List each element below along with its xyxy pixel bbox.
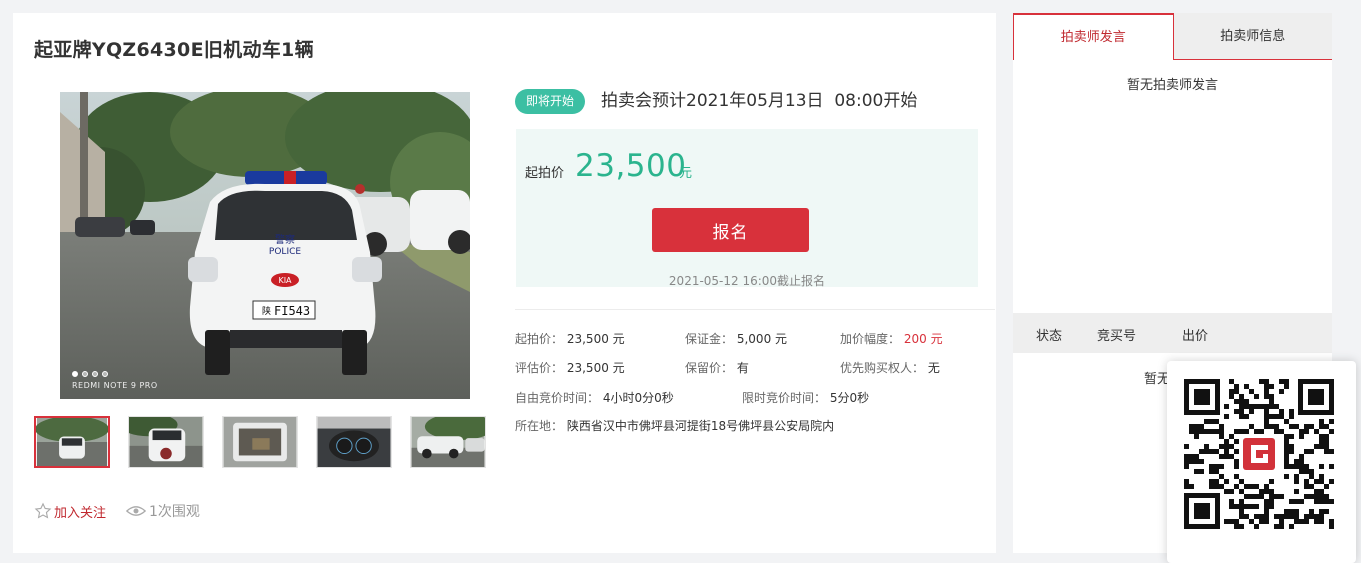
car-brand-badge: KIA: [278, 276, 292, 285]
main-photo[interactable]: KIA 警察 POLICE 陕 FI543 REDMI NOTE 9 PRO: [60, 92, 470, 399]
plate-number: FI543: [274, 304, 310, 318]
status-badge: 即将开始: [515, 89, 586, 114]
info-start-price: 起拍价： 23,500 元: [515, 330, 625, 347]
start-price-unit: 元: [679, 166, 693, 181]
start-price-value: 23,500: [575, 148, 687, 184]
empty-speech-message: 暂无拍卖师发言: [1126, 78, 1218, 93]
info-increment-label: 加价幅度：: [840, 332, 901, 346]
info-location-value: 陕西省汉中市佛坪县河提街18号佛坪县公安局院内: [566, 419, 835, 433]
info-free-bid-time-label: 自由竞价时间：: [515, 391, 600, 405]
info-priority: 优先购买权人： 无: [840, 359, 940, 376]
plate-prefix: 陕: [262, 305, 271, 317]
star-icon: [34, 502, 52, 519]
info-reserve-label: 保留价：: [685, 361, 734, 375]
auction-start-time: 拍卖会预计2021年05月13日 08:00开始: [601, 91, 918, 111]
info-free-bid-time: 自由竞价时间： 4小时0分0秒: [515, 389, 674, 406]
info-appraisal-value: 23,500 元: [566, 361, 625, 375]
lot-actions: 加入关注 1次围观: [34, 501, 200, 521]
qr-code-icon: [1184, 379, 1334, 529]
info-reserve-value: 有: [736, 361, 749, 375]
thumbnail-strip: [34, 416, 504, 468]
carousel-dot[interactable]: [72, 371, 78, 377]
info-free-bid-time-value: 4小时0分0秒: [602, 391, 674, 405]
bid-table-header: 状态 竞买号 出价: [1013, 313, 1332, 353]
carousel-dots[interactable]: [72, 371, 108, 377]
info-location: 所在地： 陕西省汉中市佛坪县河提街18号佛坪县公安局院内: [515, 417, 834, 434]
info-deposit-value: 5,000 元: [736, 332, 788, 346]
tab-auctioneer-speech[interactable]: 拍卖师发言: [1013, 13, 1174, 60]
bid-column-status: 状态: [1036, 329, 1063, 344]
thumbnail-car-rear[interactable]: [128, 416, 204, 468]
photo-watermark: REDMI NOTE 9 PRO: [72, 381, 158, 390]
view-count-label: 1次围观: [149, 504, 200, 520]
price-box: 起拍价 23,500 元 报名 2021-05-12 16:00截止报名: [516, 129, 978, 288]
info-increment-value: 200 元: [903, 332, 943, 346]
carousel-dot[interactable]: [82, 371, 88, 377]
page-title: 起亚牌YQZ6430E旧机动车1辆: [34, 39, 314, 61]
eye-icon: [126, 506, 147, 516]
info-limit-bid-time-value: 5分0秒: [829, 391, 870, 405]
info-appraisal: 评估价： 23,500 元: [515, 359, 625, 376]
divider: [515, 309, 995, 310]
follow-button[interactable]: 加入关注: [34, 502, 106, 521]
signup-button[interactable]: 报名: [652, 208, 809, 252]
info-start-price-value: 23,500 元: [566, 332, 625, 346]
carousel-dot[interactable]: [102, 371, 108, 377]
thumbnail-car-dashboard[interactable]: [316, 416, 392, 468]
lot-main-card: 起亚牌YQZ6430E旧机动车1辆 KIA 警察 POLICE 陕 FI543 …: [13, 13, 996, 553]
auctioneer-tabs: 拍卖师发言 拍卖师信息: [1013, 13, 1332, 60]
view-count: 1次围观: [126, 501, 200, 521]
start-price-label: 起拍价: [525, 166, 565, 181]
info-increment: 加价幅度： 200 元: [840, 330, 943, 347]
info-priority-label: 优先购买权人：: [840, 361, 925, 375]
thumbnail-car-trunk[interactable]: [222, 416, 298, 468]
follow-label: 加入关注: [54, 505, 107, 521]
thumbnail-car-side[interactable]: [410, 416, 486, 468]
info-priority-value: 无: [927, 361, 940, 375]
info-limit-bid-time-label: 限时竞价时间：: [742, 391, 827, 405]
car-text-police: POLICE: [269, 247, 301, 257]
tab-auctioneer-info[interactable]: 拍卖师信息: [1173, 13, 1332, 60]
info-start-price-label: 起拍价：: [515, 332, 564, 346]
signup-deadline: 2021-05-12 16:00截止报名: [668, 274, 826, 288]
info-appraisal-label: 评估价：: [515, 361, 564, 375]
bid-column-price: 出价: [1182, 329, 1209, 344]
info-location-label: 所在地：: [515, 419, 564, 433]
carousel-dot[interactable]: [92, 371, 98, 377]
info-limit-bid-time: 限时竞价时间： 5分0秒: [742, 389, 869, 406]
thumbnail-car-front[interactable]: [34, 416, 110, 468]
qr-code-popup[interactable]: [1167, 361, 1356, 563]
car-text-jingcha: 警察: [275, 233, 295, 246]
info-reserve: 保留价： 有: [685, 359, 749, 376]
info-deposit: 保证金： 5,000 元: [685, 330, 787, 347]
info-deposit-label: 保证金：: [685, 332, 734, 346]
bid-column-bidder: 竞买号: [1097, 329, 1137, 344]
